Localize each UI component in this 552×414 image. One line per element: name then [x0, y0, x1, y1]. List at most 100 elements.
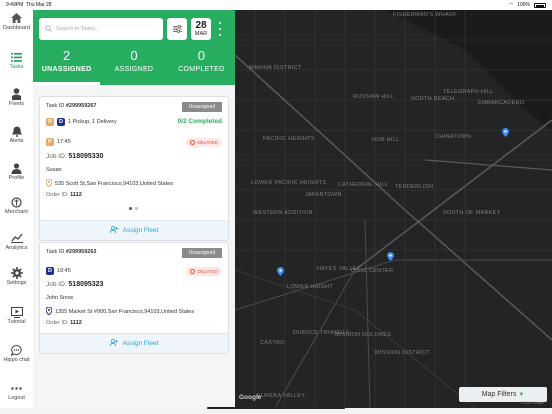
tab-label: ASSIGNED	[114, 66, 154, 73]
google-logo: Google	[239, 394, 262, 401]
map-pin-icon[interactable]	[277, 267, 284, 276]
chart-icon	[10, 232, 23, 244]
battery-percent: 100%	[517, 2, 530, 8]
sidebar-item-fleets[interactable]: Fleets	[0, 88, 33, 107]
job-id-value: 518095323	[68, 281, 104, 288]
map-label: EMBARCADERO	[478, 100, 525, 106]
address: 1355 Market St #900,San Francisco,94103,…	[45, 306, 195, 317]
wifi-icon: ◠	[508, 2, 514, 8]
tab-unassigned[interactable]: 2 UNASSIGNED	[33, 48, 100, 85]
filter-button[interactable]	[167, 18, 187, 40]
search-placeholder: Search in Tasks...	[56, 26, 100, 32]
sidebar-item-merchant[interactable]: Merchant	[0, 196, 33, 215]
map-filters-button[interactable]: Map Filters ▼	[459, 387, 547, 402]
map-pin-icon[interactable]	[502, 128, 509, 137]
sidebar-item-label: Analytics	[5, 245, 28, 251]
sidebar-item-dashboard[interactable]: Dashboard	[0, 12, 33, 31]
merchant-icon	[11, 196, 23, 208]
delivery-icon: D	[46, 267, 54, 275]
sidebar-item-tasks[interactable]: Tasks	[0, 51, 33, 70]
active-tab-indicator	[33, 82, 100, 85]
sidebar-item-profile[interactable]: Profile	[0, 162, 33, 181]
search-icon	[45, 24, 52, 34]
sidebar-item-settings[interactable]: Settings	[0, 267, 33, 286]
assign-fleet-button[interactable]: Assign Fleet	[40, 333, 228, 353]
date-day: 28	[195, 20, 207, 31]
map-label: JAPANTOWN	[305, 192, 342, 198]
tab-label: COMPLETED	[178, 66, 225, 73]
chat-icon	[11, 344, 23, 356]
sidebar-item-label: Logout	[8, 395, 25, 401]
sidebar-item-tutorial[interactable]: Tutorial	[0, 306, 33, 325]
map-view[interactable]: FISHERMAN'S WHARF MARINA DISTRICT RUSSIA…	[235, 10, 552, 408]
tasks-header: Search in Tasks... 28 MAR 2 UNASSIGNED 0…	[33, 10, 235, 85]
status-badge: Unassigned	[181, 248, 222, 258]
sidebar: Dashboard Tasks Fleets Alerts Profile Me…	[0, 10, 33, 408]
map-label: CASTRO	[260, 340, 285, 346]
pickup-icon: P	[46, 138, 54, 146]
delayed-badge: DELAYED	[186, 267, 222, 276]
map-label: RUSSIAN HILL	[353, 94, 395, 100]
sidebar-item-label: Tutorial	[7, 319, 26, 325]
job-id: Job ID: 518095323	[46, 281, 103, 288]
tab-assigned[interactable]: 0 ASSIGNED	[100, 48, 167, 85]
map-label: EUREKA VALLEY	[257, 393, 306, 399]
status-bar: 9:49PM Thu Mar 28 ◠ 100%	[0, 0, 552, 10]
map-label: MISSION DISTRICT	[375, 350, 430, 356]
map-label: FISHERMAN'S WHARF	[393, 12, 457, 18]
task-id: Task ID #299959267	[46, 103, 96, 109]
sidebar-item-label: Tasks	[9, 64, 24, 70]
sidebar-item-alerts[interactable]: Alerts	[0, 125, 33, 144]
home-indicator	[207, 407, 345, 409]
sidebar-item-logout[interactable]: Logout	[0, 382, 33, 401]
tab-completed[interactable]: 0 COMPLETED	[168, 48, 235, 85]
sidebar-item-label: Profile	[8, 175, 25, 181]
job-id-prefix: Job ID:	[46, 153, 69, 160]
search-input[interactable]: Search in Tasks...	[39, 18, 163, 40]
task-id-value: #299959263	[65, 249, 97, 255]
sidebar-item-hippo-chat[interactable]: Hippo chat	[0, 344, 33, 363]
pager-dots[interactable]	[129, 207, 138, 210]
map-label: NORTH BEACH	[411, 96, 455, 102]
order-id-prefix: Order ID:	[46, 192, 71, 198]
order-id-prefix: Order ID:	[46, 320, 71, 326]
address-text: 1355 Market St #900,San Francisco,94103,…	[55, 309, 195, 315]
status-date: Thu Mar 28	[26, 2, 52, 8]
delivery-icon: D	[57, 118, 65, 126]
map-label: WESTERN ADDITION	[253, 210, 313, 216]
map-label: PACIFIC HEIGHTS	[263, 136, 315, 142]
sidebar-item-analytics[interactable]: Analytics	[0, 232, 33, 251]
status-time: 9:49PM	[6, 2, 24, 8]
filter-icon	[172, 20, 182, 38]
date-picker[interactable]: 28 MAR	[191, 18, 211, 40]
map-label: LOWER HAIGHT	[287, 284, 334, 290]
bell-icon	[11, 125, 23, 137]
map-label: CATHEDRAL HILL	[338, 182, 389, 188]
map-pin-icon[interactable]	[387, 252, 394, 261]
more-options-button[interactable]	[215, 22, 225, 36]
assign-user-icon	[109, 225, 118, 235]
task-id-prefix: Task ID	[46, 103, 66, 109]
map-copyright: ©2024 Google	[521, 401, 544, 405]
tab-count: 0	[130, 48, 138, 63]
sidebar-item-label: Fleets	[9, 101, 24, 107]
delayed-badge: DELAYED	[186, 138, 222, 147]
map-label: MARINA DISTRICT	[249, 65, 302, 71]
job-id-prefix: Job ID:	[46, 281, 69, 288]
task-card[interactable]: Task ID #299959263 Unassigned D 19:45 DE…	[39, 242, 229, 354]
chevron-down-icon: ▼	[518, 391, 525, 398]
delayed-text: DELAYED	[197, 269, 218, 274]
tutorial-icon	[10, 306, 23, 318]
assign-user-icon	[109, 338, 118, 348]
task-time: 19:45	[57, 268, 71, 274]
map-label: MISSION DOLORES	[335, 332, 392, 338]
assign-fleet-button[interactable]: Assign Fleet	[40, 220, 228, 240]
address-text: 535 Scott St,San Francisco,94103,United …	[55, 181, 174, 187]
clock-icon	[190, 140, 196, 145]
task-card[interactable]: Task ID #299959267 Unassigned PD 1 Picku…	[39, 96, 229, 241]
map-label: CHINATOWN	[435, 134, 472, 140]
job-id-value: 518095330	[68, 153, 104, 160]
status-badge: Unassigned	[181, 102, 222, 112]
gear-icon	[10, 267, 23, 279]
assign-fleet-label: Assign Fleet	[122, 227, 159, 234]
